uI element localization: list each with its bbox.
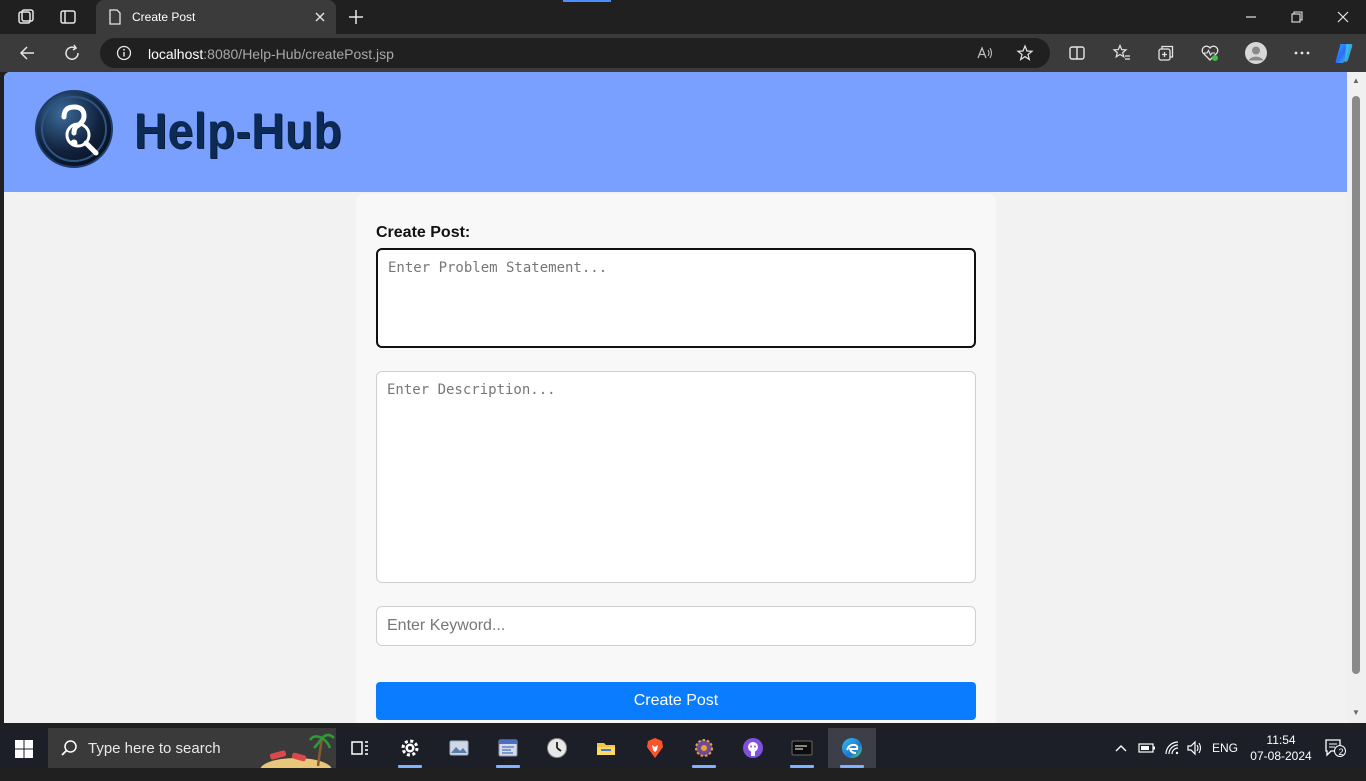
refresh-icon[interactable] bbox=[62, 43, 82, 63]
url-host: localhost bbox=[148, 46, 204, 62]
tab-actions-icon[interactable] bbox=[58, 7, 78, 27]
close-window-icon[interactable] bbox=[1334, 8, 1352, 26]
taskbar-editor-app[interactable] bbox=[484, 728, 532, 768]
site-header: Help-Hub bbox=[4, 72, 1347, 192]
tab-accent-line bbox=[563, 0, 611, 2]
search-icon bbox=[61, 740, 77, 756]
copilot-icon[interactable] bbox=[1332, 41, 1356, 65]
browser-tabbar: Create Post bbox=[0, 0, 1366, 34]
terminal-icon bbox=[791, 740, 813, 756]
brave-lion-icon bbox=[647, 738, 663, 758]
clock-date: 07-08-2024 bbox=[1250, 749, 1312, 763]
folder-icon bbox=[597, 743, 615, 755]
taskbar-photos-app[interactable] bbox=[435, 728, 483, 768]
tab-create-post[interactable]: Create Post bbox=[96, 0, 336, 34]
taskbar-search-placeholder: Type here to search bbox=[88, 740, 221, 757]
taskbar-search-box[interactable]: Type here to search bbox=[48, 728, 336, 768]
ide-gear-icon bbox=[695, 739, 713, 757]
create-post-card: Create Post: Create Post bbox=[356, 194, 996, 723]
windows-taskbar: Type here to search ENG 11:54 07-08-2024… bbox=[0, 728, 1366, 768]
help-hub-logo-icon[interactable] bbox=[34, 89, 114, 169]
page-scrollbar[interactable]: ▲ ▼ bbox=[1347, 72, 1366, 723]
taskbar-edge-browser[interactable] bbox=[828, 728, 876, 768]
more-options-icon[interactable] bbox=[1292, 43, 1312, 63]
notification-count-badge: 2 bbox=[1338, 747, 1344, 757]
volume-icon[interactable] bbox=[1186, 740, 1204, 756]
taskbar-file-explorer[interactable] bbox=[582, 728, 630, 768]
minimize-icon[interactable] bbox=[1242, 8, 1260, 26]
scroll-down-icon[interactable]: ▼ bbox=[1351, 708, 1361, 718]
read-aloud-icon[interactable] bbox=[976, 44, 994, 62]
favorite-star-icon[interactable] bbox=[1016, 44, 1034, 62]
collections-icon[interactable] bbox=[1156, 43, 1176, 63]
back-icon[interactable] bbox=[18, 43, 38, 63]
scrollbar-thumb[interactable] bbox=[1352, 96, 1360, 674]
url-text: localhost:8080/Help-Hub/createPost.jsp bbox=[148, 46, 394, 62]
battery-icon[interactable] bbox=[1138, 741, 1156, 755]
split-screen-icon[interactable] bbox=[1067, 43, 1087, 63]
code-editor-icon bbox=[498, 739, 518, 757]
page-viewport: Help-Hub Create Post: Create Post bbox=[4, 72, 1347, 723]
taskbar-settings[interactable] bbox=[386, 728, 434, 768]
taskbar-brave-browser[interactable] bbox=[631, 728, 679, 768]
new-tab-icon[interactable] bbox=[346, 7, 366, 27]
restore-icon[interactable] bbox=[1288, 8, 1306, 26]
image-viewer-icon bbox=[449, 740, 469, 756]
language-indicator[interactable]: ENG bbox=[1212, 741, 1238, 781]
url-path: :8080/Help-Hub/createPost.jsp bbox=[203, 46, 394, 62]
close-tab-icon[interactable] bbox=[312, 9, 328, 25]
site-brand-title[interactable]: Help-Hub bbox=[134, 102, 342, 160]
taskbar-github-desktop[interactable] bbox=[729, 728, 777, 768]
taskbar-ide-app[interactable] bbox=[680, 728, 728, 768]
workspaces-icon[interactable] bbox=[16, 7, 36, 27]
description-input[interactable] bbox=[376, 371, 976, 583]
scroll-up-icon[interactable]: ▲ bbox=[1351, 76, 1361, 86]
taskbar-clock-app[interactable] bbox=[533, 728, 581, 768]
site-info-icon[interactable] bbox=[116, 45, 132, 61]
problem-statement-input[interactable] bbox=[376, 248, 976, 348]
taskbar-mysql-terminal[interactable] bbox=[778, 728, 826, 768]
profile-avatar-icon[interactable] bbox=[1244, 41, 1268, 65]
browser-toolbar: localhost:8080/Help-Hub/createPost.jsp bbox=[0, 34, 1366, 72]
clock-icon bbox=[547, 738, 567, 758]
clock-time: 11:54 bbox=[1266, 733, 1296, 747]
show-hidden-icons-chevron-icon[interactable] bbox=[1114, 741, 1128, 755]
create-post-button[interactable]: Create Post bbox=[376, 682, 976, 720]
browser-essentials-icon[interactable] bbox=[1200, 43, 1220, 63]
favorites-icon[interactable] bbox=[1112, 43, 1132, 63]
page-icon bbox=[109, 9, 121, 25]
keyword-input[interactable] bbox=[376, 606, 976, 646]
wifi-icon[interactable] bbox=[1163, 740, 1181, 756]
taskbar-clock[interactable]: 11:54 07-08-2024 bbox=[1246, 732, 1316, 764]
gear-icon bbox=[401, 739, 419, 757]
github-icon bbox=[743, 738, 763, 758]
task-view-icon bbox=[351, 741, 368, 755]
windows-start-icon[interactable] bbox=[14, 739, 34, 759]
address-bar[interactable]: localhost:8080/Help-Hub/createPost.jsp bbox=[100, 38, 1050, 68]
tab-title: Create Post bbox=[132, 10, 196, 24]
task-view-button[interactable] bbox=[336, 728, 384, 768]
create-post-label: Create Post: bbox=[376, 224, 471, 241]
edge-icon bbox=[842, 738, 862, 758]
beach-highlight-icon bbox=[260, 733, 335, 768]
